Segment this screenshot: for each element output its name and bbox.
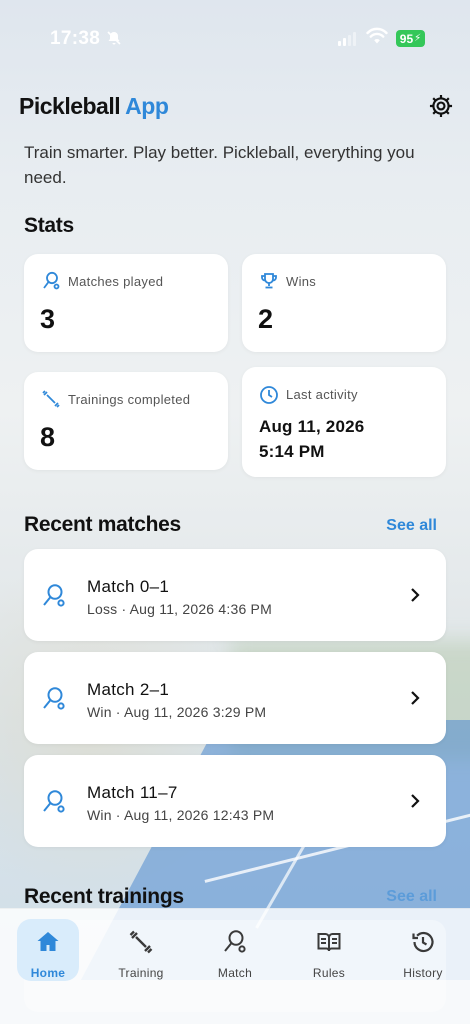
tab-bar: Home Training Match Rules History [0, 908, 470, 1024]
app-title-accent: App [125, 93, 169, 119]
tab-history[interactable]: History [392, 919, 454, 981]
chevron-right-icon [411, 691, 420, 705]
gear-icon[interactable] [428, 93, 454, 119]
wins-label: Wins [286, 274, 317, 289]
recent-trainings-title: Recent trainings [24, 885, 184, 908]
match-title: Match 2–1 [87, 680, 170, 699]
app-title: Pickleball App [19, 93, 169, 120]
trainings-completed-value: 8 [40, 422, 56, 452]
status-bar: 17:38 95 ⚡ [0, 0, 470, 70]
tab-home-label: Home [30, 966, 66, 980]
match-subtitle: Win · Aug 11, 2026 12:43 PM [87, 807, 275, 823]
tab-home[interactable]: Home [17, 919, 79, 981]
dumbbell-icon [42, 390, 60, 408]
last-activity-time: 5:14 PM [259, 442, 325, 461]
tab-training-label: Training [118, 966, 164, 980]
app-title-main: Pickleball [19, 93, 121, 119]
trainings-completed-card[interactable]: Trainings completed 8 [24, 372, 228, 470]
match-title: Match 0–1 [87, 577, 170, 596]
recent-matches-see-all[interactable]: See all [386, 517, 437, 535]
signal-icon [338, 32, 356, 46]
matches-played-value: 3 [40, 304, 56, 334]
match-row[interactable]: Match 0–1 Loss · Aug 11, 2026 4:36 PM [24, 549, 446, 641]
wifi-icon [366, 27, 388, 44]
last-activity-date: Aug 11, 2026 [259, 417, 365, 436]
battery-level: 95 [399, 31, 414, 46]
match-row[interactable]: Match 11–7 Win · Aug 11, 2026 12:43 PM [24, 755, 446, 847]
clock-icon [260, 386, 278, 404]
book-icon [317, 933, 341, 952]
matches-played-label: Matches played [68, 274, 164, 289]
wins-card[interactable]: Wins 2 [242, 254, 446, 352]
home-icon [37, 932, 59, 951]
last-activity-card[interactable]: Last activity Aug 11, 2026 5:14 PM [242, 367, 446, 477]
paddle-icon [43, 584, 65, 607]
tab-rules[interactable]: Rules [298, 919, 360, 981]
match-title: Match 11–7 [87, 783, 178, 802]
chevron-right-icon [411, 794, 420, 808]
tagline: Train smarter. Play better. Pickleball, … [24, 143, 415, 187]
tab-history-label: History [403, 966, 443, 980]
match-subtitle: Loss · Aug 11, 2026 4:36 PM [87, 601, 272, 617]
paddle-icon [43, 790, 65, 813]
tab-training[interactable]: Training [110, 919, 172, 981]
recent-matches-title: Recent matches [24, 513, 181, 536]
matches-played-card[interactable]: Matches played 3 [24, 254, 228, 352]
recent-trainings-see-all[interactable]: See all [386, 888, 437, 906]
trophy-icon [261, 273, 277, 289]
bell-off-icon [107, 31, 121, 45]
stats-title: Stats [24, 214, 74, 237]
tab-match[interactable]: Match [204, 919, 266, 981]
chevron-right-icon [411, 588, 420, 602]
status-time: 17:38 [50, 28, 101, 49]
paddle-icon [43, 271, 60, 290]
tab-match-label: Match [217, 966, 253, 980]
battery-indicator: 95 ⚡ [396, 30, 425, 47]
history-icon [412, 931, 434, 953]
paddle-icon [224, 930, 246, 953]
trainings-completed-label: Trainings completed [68, 392, 191, 407]
paddle-icon [43, 687, 65, 710]
wins-value: 2 [258, 304, 274, 334]
match-subtitle: Win · Aug 11, 2026 3:29 PM [87, 704, 267, 720]
match-row[interactable]: Match 2–1 Win · Aug 11, 2026 3:29 PM [24, 652, 446, 744]
tab-rules-label: Rules [312, 966, 346, 980]
dumbbell-icon [129, 930, 153, 954]
last-activity-label: Last activity [286, 387, 358, 402]
